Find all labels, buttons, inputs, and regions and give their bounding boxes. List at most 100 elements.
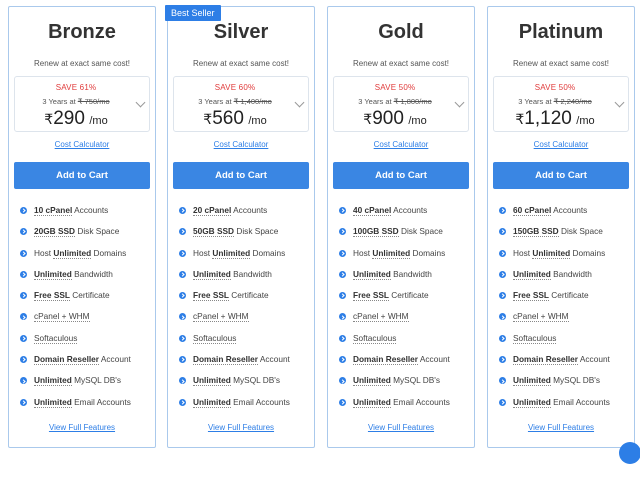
feature-text: Softaculous [193,332,237,344]
feature-list: 40 cPanel Accounts 100GB SSD Disk Space Ho… [339,205,473,418]
feature-prefix: Host [193,247,213,258]
chevron-down-icon[interactable] [135,97,146,108]
feature-highlight[interactable]: Domain Reseller [353,354,419,366]
feature-item: Unlimited Email Accounts [179,396,313,418]
feature-label: Disk Space [558,226,603,237]
feature-highlight[interactable]: 10 cPanel [34,205,73,216]
price: ₹1,120 /mo [515,108,595,129]
check-circle-icon [179,334,186,342]
feature-label: cPanel + WHM [353,311,409,323]
view-full-features-link[interactable]: View Full Features [488,423,634,432]
feature-label: Softaculous [193,332,237,344]
feature-text: 150GB SSD Disk Space [513,226,603,238]
feature-highlight[interactable]: Unlimited [193,396,231,408]
save-label: SAVE 50% [374,83,416,92]
feature-label: Certificate [69,290,110,301]
add-to-cart-button[interactable]: Add to Cart [493,162,629,189]
term-label: 3 Years at ₹ 750/mo [42,97,110,106]
add-to-cart-button[interactable]: Add to Cart [333,162,469,189]
check-circle-icon [339,377,346,385]
renew-note: Renew at exact same cost! [352,59,450,68]
chevron-down-icon[interactable] [294,97,305,108]
feature-highlight[interactable]: 60 cPanel [513,205,552,216]
price: ₹290 /mo [44,108,108,129]
term-select[interactable]: SAVE 50% 3 Years at ₹ 2,240/mo ₹1,120 /mo [493,76,629,132]
feature-label: Accounts [551,205,588,215]
feature-label: Account [578,354,610,365]
term-select[interactable]: SAVE 61% 3 Years at ₹ 750/mo ₹290 /mo [14,76,150,132]
old-price: ₹ 2,240/mo [553,97,592,106]
feature-highlight[interactable]: Unlimited [353,375,391,387]
feature-highlight[interactable]: Free SSL [353,290,389,302]
old-price: ₹ 1,800/mo [393,97,432,106]
feature-label: MySQL DB's [390,375,441,386]
term-select[interactable]: SAVE 60% 3 Years at ₹ 1,400/mo ₹560 /mo [173,76,309,132]
feature-highlight[interactable]: Domain Reseller [34,354,100,366]
feature-highlight[interactable]: 50GB SSD [193,226,235,238]
feature-highlight[interactable]: Domain Reseller [193,354,259,366]
feature-highlight[interactable]: 100GB SSD [353,226,399,238]
check-circle-icon [20,398,27,406]
add-to-cart-button[interactable]: Add to Cart [14,162,150,189]
feature-highlight[interactable]: Free SSL [34,290,70,302]
feature-text: Host Unlimited Domains [513,247,605,259]
add-to-cart-button[interactable]: Add to Cart [173,162,309,189]
feature-highlight[interactable]: Domain Reseller [513,354,579,366]
cost-calculator-link[interactable]: Cost Calculator [328,140,474,149]
feature-item: Free SSL Certificate [20,290,154,311]
cost-calculator-link[interactable]: Cost Calculator [9,140,155,149]
feature-highlight[interactable]: Free SSL [193,290,229,302]
cost-calculator-link[interactable]: Cost Calculator [168,140,314,149]
feature-item: 20 cPanel Accounts [179,205,313,226]
feature-highlight[interactable]: 40 cPanel [353,205,392,216]
chat-icon[interactable] [619,442,640,464]
chevron-down-icon[interactable] [454,97,465,108]
feature-text: Softaculous [353,332,397,344]
check-circle-icon [20,228,27,236]
feature-highlight[interactable]: Unlimited [212,247,251,259]
feature-text: cPanel + WHM [34,311,90,323]
feature-highlight[interactable]: Unlimited [53,247,92,259]
check-circle-icon [499,313,506,321]
feature-label: Account [258,354,290,365]
feature-item: 40 cPanel Accounts [339,205,473,226]
feature-item: Domain Reseller Account [179,354,313,375]
feature-item: 20GB SSD Disk Space [20,226,154,247]
view-full-features-link[interactable]: View Full Features [168,423,314,432]
feature-highlight[interactable]: 20GB SSD [34,226,76,238]
view-full-features-link[interactable]: View Full Features [328,423,474,432]
feature-text: 50GB SSD Disk Space [193,226,278,238]
feature-highlight[interactable]: Free SSL [513,290,549,302]
feature-highlight[interactable]: 20 cPanel [193,205,232,216]
feature-highlight[interactable]: Unlimited [34,375,72,387]
check-circle-icon [499,292,506,300]
check-circle-icon [179,207,186,214]
feature-highlight[interactable]: Unlimited [513,268,551,280]
view-full-features-link[interactable]: View Full Features [9,423,155,432]
feature-highlight[interactable]: Unlimited [372,247,411,259]
feature-highlight[interactable]: 150GB SSD [513,226,559,238]
check-circle-icon [339,356,346,364]
check-circle-icon [179,398,186,406]
check-circle-icon [20,270,27,278]
feature-highlight[interactable]: Unlimited [513,396,551,408]
chevron-down-icon[interactable] [614,97,625,108]
feature-highlight[interactable]: Unlimited [34,268,72,280]
feature-highlight[interactable]: Unlimited [353,396,391,408]
check-circle-icon [179,228,186,236]
feature-item: Unlimited Bandwidth [20,268,154,290]
feature-item: Unlimited MySQL DB's [179,375,313,396]
term-select[interactable]: SAVE 50% 3 Years at ₹ 1,800/mo ₹900 /mo [333,76,469,132]
check-circle-icon [20,334,27,342]
feature-highlight[interactable]: Unlimited [34,396,72,408]
feature-highlight[interactable]: Unlimited [353,268,391,280]
feature-highlight[interactable]: Unlimited [513,375,551,387]
cost-calculator-link[interactable]: Cost Calculator [488,140,634,149]
feature-item: Free SSL Certificate [499,290,633,311]
feature-text: Free SSL Certificate [193,290,269,302]
feature-list: 20 cPanel Accounts 50GB SSD Disk Space Hos… [179,205,313,418]
feature-highlight[interactable]: Unlimited [532,247,571,259]
feature-highlight[interactable]: Unlimited [193,375,231,387]
feature-highlight[interactable]: Unlimited [193,268,231,280]
plan-card-platinum: Platinum Renew at exact same cost! SAVE … [487,6,635,448]
